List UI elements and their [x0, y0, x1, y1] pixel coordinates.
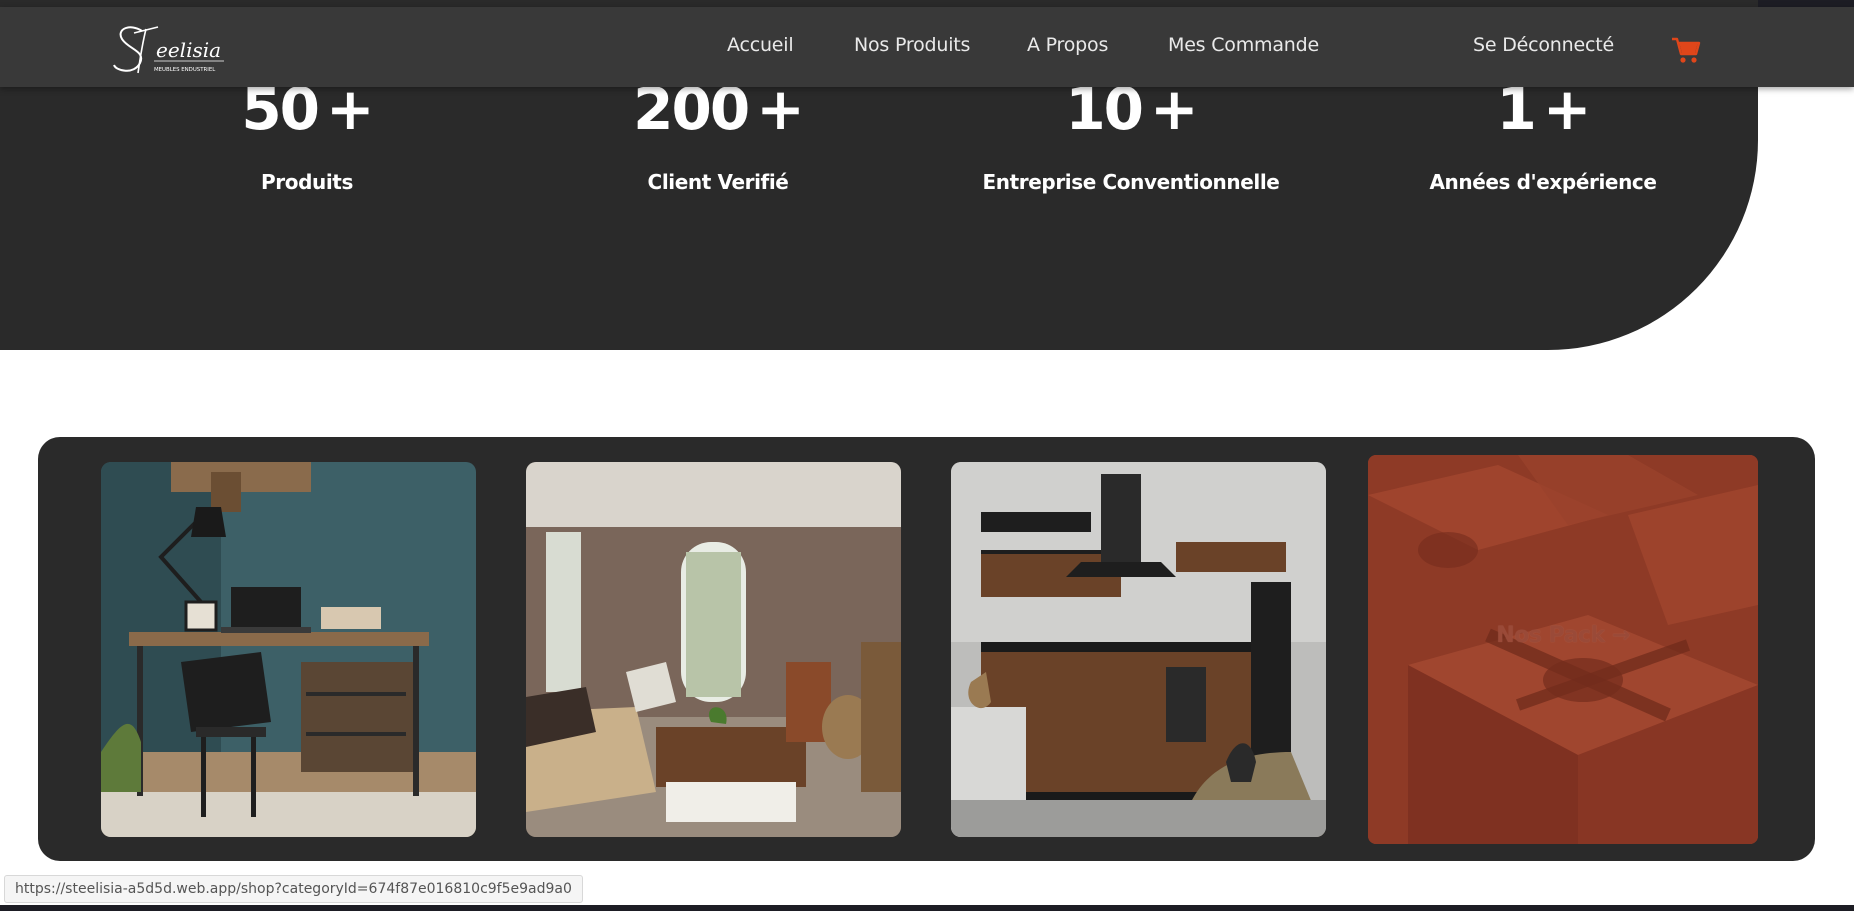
browser-status-url: https://steelisia-a5d5d.web.app/shop?cat… [4, 875, 583, 903]
pack-card[interactable]: Nos Pack → [1368, 455, 1758, 844]
nav-nos-produits[interactable]: Nos Produits [854, 34, 970, 56]
kitchen-image [951, 462, 1326, 837]
stat-companies: 10 + Entreprise Conventionnelle [951, 76, 1311, 194]
nav-mes-commande[interactable]: Mes Commande [1168, 34, 1319, 56]
stat-years: 1 + Années d'expérience [1363, 76, 1723, 194]
stat-label: Entreprise Conventionnelle [982, 170, 1280, 194]
shopping-cart-icon[interactable] [1671, 35, 1701, 65]
category-card-office[interactable] [101, 462, 476, 837]
office-desk-image [101, 462, 476, 837]
category-card-kitchen[interactable] [951, 462, 1326, 837]
brand-logo[interactable]: eelisia MEUBLES ENDUSTRIEL [112, 19, 230, 83]
living-room-image [526, 462, 901, 837]
category-card-living-room[interactable] [526, 462, 901, 837]
stat-label: Années d'expérience [1429, 170, 1657, 194]
nav-a-propos[interactable]: A Propos [1027, 34, 1108, 56]
pack-link-label[interactable]: Nos Pack → [1368, 623, 1758, 648]
svg-text:eelisia: eelisia [156, 38, 221, 62]
svg-text:MEUBLES ENDUSTRIEL: MEUBLES ENDUSTRIEL [154, 67, 215, 73]
stat-clients: 200 + Client Verifié [538, 76, 898, 194]
gift-boxes-image [1368, 455, 1758, 844]
stat-label: Produits [261, 170, 353, 194]
window-bottom-edge [0, 905, 1854, 911]
stat-label: Client Verifié [647, 170, 789, 194]
stat-products: 50 + Produits [127, 76, 487, 194]
nav-accueil[interactable]: Accueil [727, 34, 794, 56]
logout-link[interactable]: Se Déconnecté [1473, 34, 1614, 56]
top-navbar: eelisia MEUBLES ENDUSTRIEL Accueil Nos P… [0, 7, 1854, 87]
